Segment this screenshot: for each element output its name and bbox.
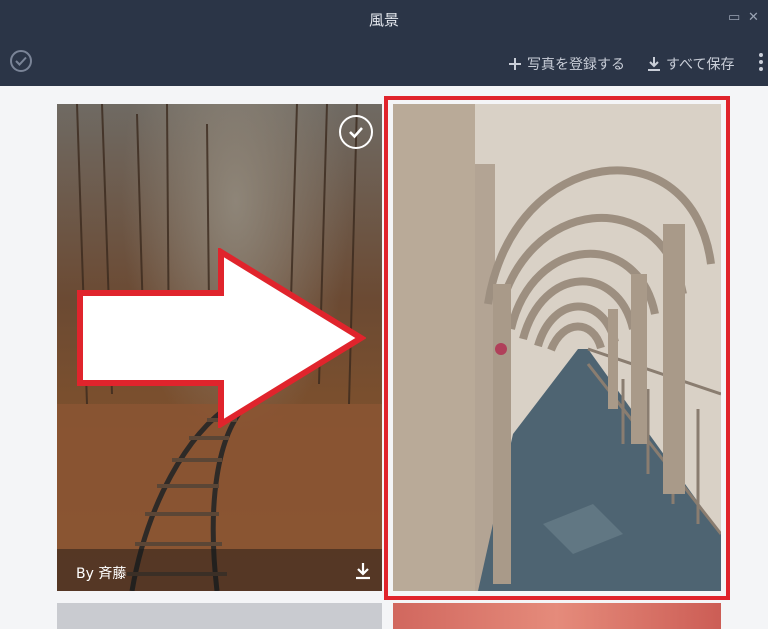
plus-icon bbox=[509, 58, 521, 70]
window-title: 風景 bbox=[368, 11, 399, 29]
add-photo-button[interactable]: 写真を登録する bbox=[508, 54, 625, 74]
highlight-frame bbox=[384, 96, 730, 600]
photo-author-caption: By 斉藤 bbox=[76, 566, 127, 582]
maximize-icon[interactable]: ▭ bbox=[728, 10, 740, 26]
photo-selected-check-icon[interactable] bbox=[339, 115, 373, 149]
select-all-check-icon[interactable] bbox=[10, 50, 32, 72]
save-all-button[interactable]: すべて保存 bbox=[647, 54, 734, 74]
add-photo-label: 写真を登録する bbox=[527, 57, 625, 73]
download-icon bbox=[648, 57, 660, 71]
gallery-photo-partial[interactable] bbox=[57, 603, 382, 629]
close-icon[interactable]: ✕ bbox=[748, 10, 759, 26]
annotation-arrow-icon bbox=[77, 248, 366, 428]
save-all-label: すべて保存 bbox=[666, 57, 735, 73]
kebab-menu-icon[interactable] bbox=[759, 53, 763, 73]
gallery-photo-partial[interactable] bbox=[393, 603, 721, 629]
download-icon[interactable] bbox=[353, 561, 373, 581]
